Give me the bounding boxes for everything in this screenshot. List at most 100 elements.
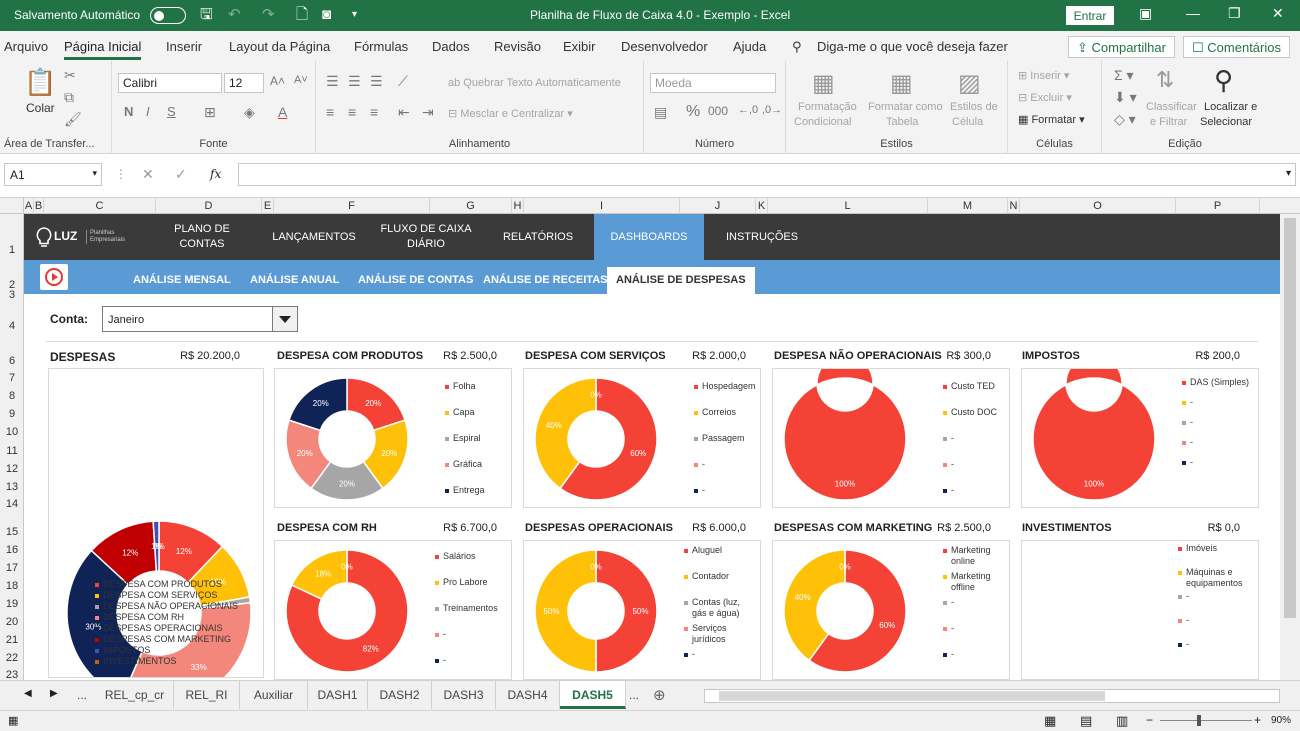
clear-icon[interactable]: ◇ ▾ [1114,111,1136,128]
enter-icon[interactable]: ✓ [175,166,187,183]
subnav-analise-de-receitas[interactable]: ANÁLISE DE RECEITAS [483,274,607,286]
autosave-toggle[interactable] [150,7,186,24]
cell-styles-icon[interactable]: ▨ [958,69,981,98]
restore-icon[interactable]: ❐ [1228,5,1241,22]
conditional-format-icon[interactable]: ▦ [812,69,835,98]
row-header-22[interactable]: 22 [0,652,24,664]
scrollbar-thumb[interactable] [1284,218,1296,618]
page-layout-view-icon[interactable]: ▤ [1080,713,1092,729]
page-break-view-icon[interactable]: ▥ [1116,713,1128,729]
column-header-c[interactable]: C [44,198,156,214]
column-header-e[interactable]: E [262,198,274,214]
play-icon[interactable] [40,264,68,290]
sheet-tab-rel_ri[interactable]: REL_RI [174,681,240,709]
format-table-label-2[interactable]: Tabela [886,116,918,128]
tell-me-input[interactable]: Diga-me o que você deseja fazer [817,39,1008,54]
increase-decimal-icon[interactable]: ←,0 [738,104,758,116]
name-box-chevron-icon[interactable]: ▾ [92,168,97,179]
column-header-j[interactable]: J [680,198,756,214]
cut-icon[interactable]: ✂ [64,67,76,84]
select-all-corner[interactable] [0,198,24,214]
sheet-tab-auxiliar[interactable]: Auxiliar [240,681,308,709]
font-size-box[interactable]: 12 [224,73,264,93]
paste-icon[interactable]: 📋 [24,67,56,98]
tab-prev-icon[interactable]: ◀ [24,688,32,699]
comma-icon[interactable]: 000 [708,104,728,118]
sheet-tab-dash1[interactable]: DASH1 [308,681,368,709]
h-scrollbar-thumb[interactable] [719,691,1105,701]
fill-color-icon[interactable]: ◈ [244,104,255,121]
decrease-decimal-icon[interactable]: ,0→ [762,104,782,116]
align-middle-icon[interactable]: ☰ [348,73,361,90]
row-header-19[interactable]: 19 [0,598,24,610]
name-box[interactable]: A1 ▾ [4,163,102,186]
vertical-scrollbar[interactable] [1280,214,1300,680]
row-header-13[interactable]: 13 [0,481,24,493]
column-header-a[interactable]: A [24,198,34,214]
delete-cells-button[interactable]: ⊟ Excluir ▾ [1018,91,1072,104]
share-button[interactable]: ⇪ Compartilhar [1068,36,1175,58]
macro-record-icon[interactable]: ▦ [8,714,18,727]
nav-relatorios[interactable]: RELATÓRIOS [494,214,582,260]
column-header-g[interactable]: G [430,198,512,214]
row-header-20[interactable]: 20 [0,616,24,628]
tab-more-left[interactable]: ... [70,681,94,709]
number-format-box[interactable]: Moeda [650,73,776,93]
format-cells-button[interactable]: ▦ Formatar ▾ [1018,113,1085,126]
column-header-n[interactable]: N [1008,198,1020,214]
row-header-21[interactable]: 21 [0,634,24,646]
add-sheet-icon[interactable]: ⊕ [653,686,666,704]
cell-styles-label-2[interactable]: Célula [952,116,983,128]
paste-label[interactable]: Colar [26,101,55,115]
tab-pagina-inicial[interactable]: Página Inicial [64,39,142,60]
sign-in-button[interactable]: Entrar [1066,6,1114,25]
normal-view-icon[interactable]: ▦ [1044,713,1056,729]
expand-formula-icon[interactable]: ▾ [1286,168,1291,179]
nav-dashboards[interactable]: DASHBOARDS [594,214,704,260]
tab-desenvolvedor[interactable]: Desenvolvedor [621,39,708,54]
format-table-icon[interactable]: ▦ [890,69,913,98]
row-header-8[interactable]: 8 [0,390,24,402]
align-right-icon[interactable]: ≡ [370,104,378,120]
tab-exibir[interactable]: Exibir [563,39,596,54]
nav-fluxo-de-caixa[interactable]: FLUXO DE CAIXA DIÁRIO [374,214,478,260]
row-header-9[interactable]: 9 [0,408,24,420]
sort-filter-label-1[interactable]: Classificar [1146,101,1197,113]
column-header-k[interactable]: K [756,198,768,214]
shrink-font-icon[interactable]: A˅ [294,74,308,86]
insert-function-icon[interactable]: fx [210,167,221,181]
row-header-3[interactable]: 3 [0,289,24,301]
tab-revisao[interactable]: Revisão [494,39,541,54]
dropdown-arrow-icon[interactable] [272,307,297,331]
grow-font-icon[interactable]: A˄ [270,74,285,88]
undo-icon[interactable]: ↶ [228,6,241,24]
column-header-p[interactable]: P [1176,198,1260,214]
row-header-1[interactable]: 1 [0,244,24,256]
column-header-h[interactable]: H [512,198,524,214]
row-header-12[interactable]: 12 [0,463,24,475]
subnav-analise-de-despesas[interactable]: ANÁLISE DE DESPESAS [607,267,755,294]
italic-icon[interactable]: I [146,104,150,119]
row-header-6[interactable]: 6 [0,355,24,367]
conditional-format-label-2[interactable]: Condicional [794,116,851,128]
find-select-icon[interactable]: ⚲ [1214,65,1233,96]
horizontal-scrollbar[interactable] [704,689,1280,703]
tab-formulas[interactable]: Fórmulas [354,39,408,54]
align-top-icon[interactable]: ☰ [326,73,339,90]
insert-cells-button[interactable]: ⊞ Inserir ▾ [1018,69,1069,82]
format-table-label-1[interactable]: Formatar como [868,101,943,113]
find-select-label-2[interactable]: Selecionar [1200,116,1252,128]
close-icon[interactable]: ✕ [1272,5,1284,22]
ribbon-display-icon[interactable]: ▣ [1139,5,1152,22]
autosum-icon[interactable]: Σ ▾ [1114,67,1134,84]
row-header-17[interactable]: 17 [0,562,24,574]
zoom-out-icon[interactable]: − [1146,713,1153,727]
nav-plano-de-contas[interactable]: PLANO DE CONTAS [168,214,236,260]
formula-input[interactable]: ▾ [238,163,1296,186]
sheet-tab-dash2[interactable]: DASH2 [368,681,432,709]
merge-center-button[interactable]: ⊟ Mesclar e Centralizar ▾ [448,107,573,120]
sort-filter-icon[interactable]: ⇅ [1156,67,1174,93]
align-left-icon[interactable]: ≡ [326,104,334,120]
subnav-analise-de-contas[interactable]: ANÁLISE DE CONTAS [358,274,473,286]
zoom-in-icon[interactable]: + [1254,713,1261,727]
